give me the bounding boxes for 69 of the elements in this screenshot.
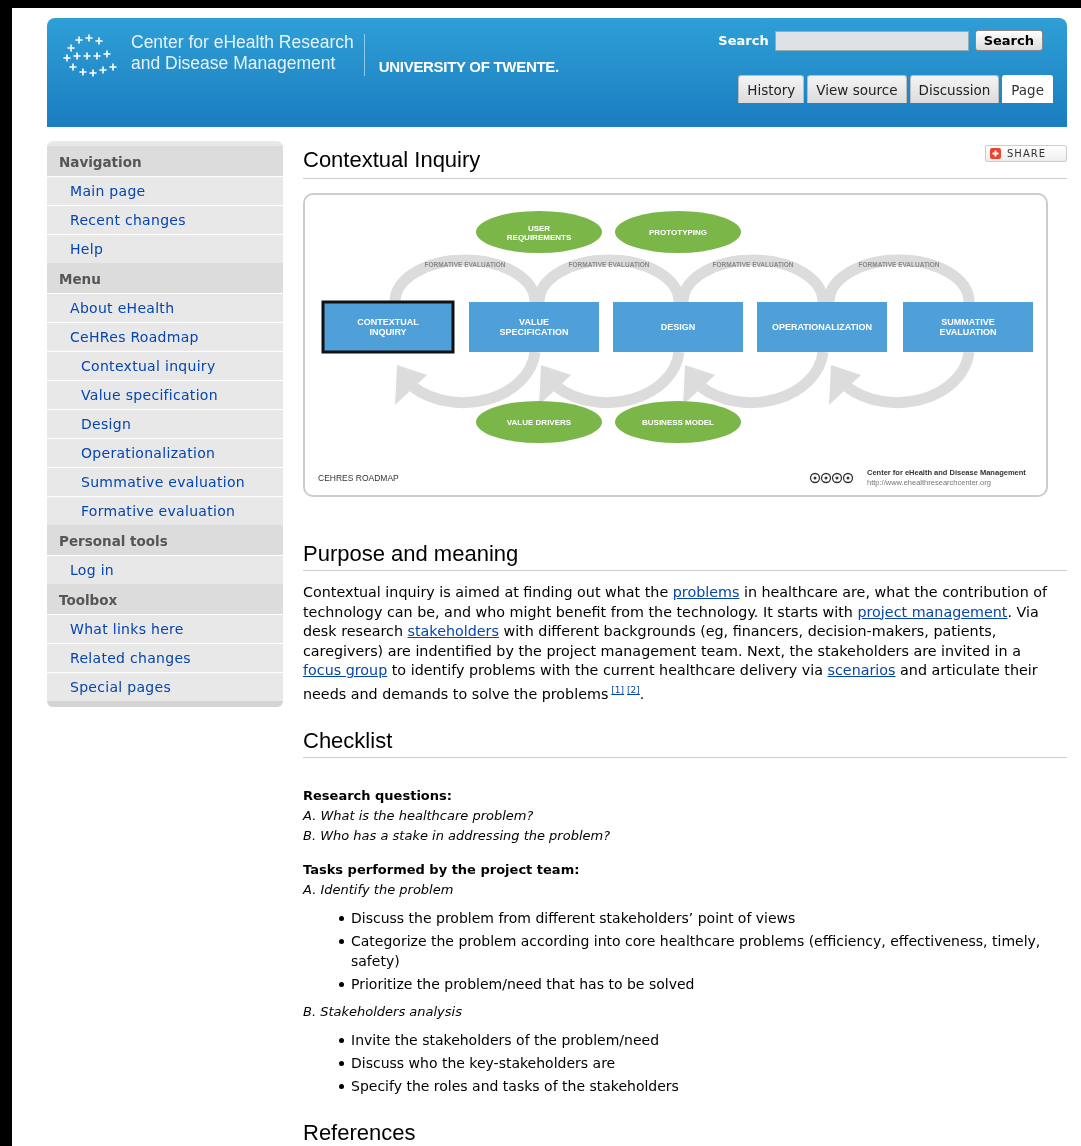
page-tab[interactable]: Page bbox=[1002, 75, 1053, 103]
oval-label: PROTOTYPING bbox=[648, 228, 708, 237]
stage-label: DESIGN bbox=[660, 322, 696, 332]
list-item-text: Categorize the problem according into core healthcare problems (efficiency, effectiveness, timely, safety) bbox=[351, 932, 1042, 972]
sidebar-heading: Toolbox bbox=[47, 584, 283, 614]
sidebar-link[interactable]: Value specification bbox=[47, 380, 283, 409]
org-name: and Disease Management bbox=[131, 53, 337, 74]
bullet-icon bbox=[339, 1084, 344, 1090]
checklist-question: A. What is the healthcare problem? bbox=[303, 807, 535, 826]
share-button[interactable]: SHARE bbox=[985, 145, 1067, 162]
checklist-heading: Tasks performed by the project team: bbox=[303, 861, 581, 880]
plus-icon bbox=[990, 148, 1001, 159]
bullet-icon bbox=[339, 1038, 344, 1044]
bullet-icon bbox=[339, 916, 344, 922]
checklist-heading: Research questions: bbox=[303, 787, 453, 806]
sidebar-link[interactable]: Summative evaluation bbox=[47, 467, 283, 496]
list-item-text: Specify the roles and tasks of the stakeholders bbox=[351, 1077, 679, 1097]
bullet-icon bbox=[339, 982, 344, 988]
reference-link[interactable]: [2] bbox=[627, 684, 640, 695]
checklist-question: B. Who has a stake in addressing the problem? bbox=[303, 827, 612, 846]
text-link[interactable]: focus group bbox=[303, 662, 388, 679]
sidebar-link[interactable]: Main page bbox=[47, 176, 283, 205]
org-name: Center for eHealth Research bbox=[131, 32, 354, 53]
license-icon bbox=[809, 472, 854, 484]
stage-label: CONTEXTUAL INQUIRY bbox=[357, 317, 419, 338]
figure-caption: CEHRES ROADMAP bbox=[318, 473, 399, 483]
stage-label: VALUE SPECIFICATION bbox=[499, 317, 569, 338]
oval-label: BUSINESS MODEL bbox=[642, 418, 714, 427]
section-heading: References bbox=[303, 1120, 1067, 1146]
stage-label: SUMMATIVE EVALUATION bbox=[939, 317, 997, 338]
sidebar-link[interactable]: Recent changes bbox=[47, 205, 283, 234]
page-tab[interactable]: Discussion bbox=[909, 75, 1000, 103]
list-item-text: Discuss who the key-stakeholders are bbox=[351, 1054, 616, 1074]
sidebar-heading: Menu bbox=[47, 263, 283, 293]
sidebar-link[interactable]: Related changes bbox=[47, 643, 283, 672]
stage-label: OPERATIONALIZATION bbox=[771, 322, 873, 332]
page-tab[interactable]: View source bbox=[807, 75, 907, 103]
sidebar-link[interactable]: Design bbox=[47, 409, 283, 438]
sidebar-link[interactable]: Contextual inquiry bbox=[47, 351, 283, 380]
list-item-text: Invite the stakeholders of the problem/need bbox=[351, 1031, 660, 1051]
sidebar-link[interactable]: CeHRes Roadmap bbox=[47, 322, 283, 351]
section-heading: Purpose and meaning bbox=[303, 541, 1067, 571]
search-button[interactable]: Search bbox=[974, 30, 1043, 51]
reference-link[interactable]: [1] bbox=[611, 684, 625, 695]
page-title: Contextual Inquiry bbox=[303, 147, 481, 173]
text-link[interactable]: scenarios bbox=[827, 662, 896, 679]
checklist-question: B. Stakeholders analysis bbox=[303, 1003, 463, 1022]
sidebar-heading: Navigation bbox=[47, 146, 283, 176]
text-link[interactable]: problems bbox=[672, 584, 740, 600]
sidebar-link[interactable]: What links here bbox=[47, 614, 283, 643]
body-paragraph: Contextual inquiry is aimed at finding out what the problems in healthcare are, what the contribution of technology can be, and who might benefit from the technology. It starts with project management. Via desk research stakeholders with different backgrounds (eg, financers, decision-makers, patients, caregivers) are indentified by the project management team. Next, the stakeholders are invited in a focus group to identify problems with the current healthcare delivery via scenarios and articulate their needs and demands to solve the problems $^{[1]}$ $^{[2]}$. bbox=[303, 583, 1049, 704]
search-label: Search bbox=[718, 33, 769, 48]
sidebar-heading: Personal tools bbox=[47, 525, 283, 555]
text-link[interactable]: stakeholders bbox=[407, 623, 499, 640]
sidebar-link[interactable]: Special pages bbox=[47, 672, 283, 701]
oval-label: VALUE DRIVERS bbox=[506, 418, 572, 427]
list-item-text: Prioritize the problem/need that has to be solved bbox=[351, 975, 695, 995]
sidebar-link[interactable]: About eHealth bbox=[47, 293, 283, 322]
sidebar-link[interactable]: Operationalization bbox=[47, 438, 283, 467]
list-item-text: Discuss the problem from different stakeholders’ point of views bbox=[351, 909, 796, 929]
page-tab[interactable]: History bbox=[738, 75, 805, 103]
checklist-question: A. Identify the problem bbox=[303, 881, 455, 900]
text-link[interactable]: project management bbox=[857, 603, 1008, 620]
section-heading: Checklist bbox=[303, 728, 1067, 759]
search-field[interactable] bbox=[774, 30, 969, 51]
bullet-icon bbox=[339, 939, 344, 945]
university-name: UNIVERSITY OF TWENTE. bbox=[378, 58, 559, 77]
oval-label: USER REQUIREMENTS bbox=[506, 223, 572, 242]
bullet-icon bbox=[339, 1061, 344, 1067]
